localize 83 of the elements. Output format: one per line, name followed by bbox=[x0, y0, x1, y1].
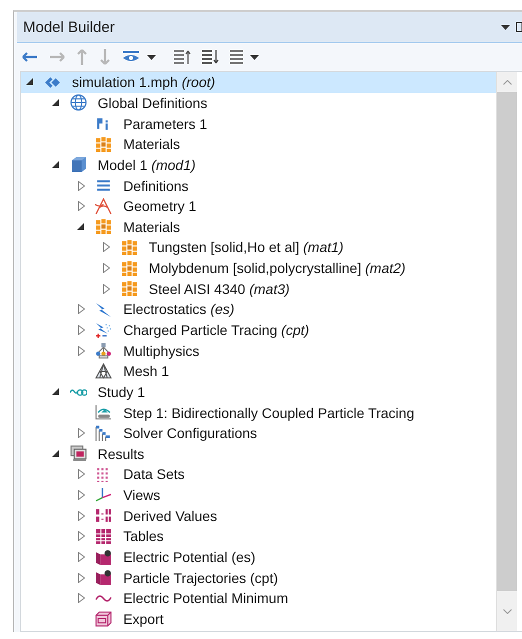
collapsed-arrow-icon[interactable] bbox=[103, 242, 110, 252]
tree-item[interactable]: Tables bbox=[21, 526, 496, 547]
collapsed-arrow-icon[interactable] bbox=[78, 201, 85, 212]
collapsed-arrow-icon[interactable] bbox=[78, 531, 85, 542]
collapsed-arrow-icon[interactable] bbox=[78, 593, 85, 604]
plot-icon bbox=[95, 569, 112, 586]
expand-all-icon[interactable] bbox=[202, 50, 219, 64]
materials-icon bbox=[120, 280, 138, 298]
tree-item[interactable]: Step 1: Bidirectionally Coupled Particle Tracing bbox=[21, 402, 496, 423]
tree-item[interactable]: Steel AISI 4340 (mat3) bbox=[21, 278, 496, 300]
tree-item[interactable]: Tungsten [solid,Ho et al] (mat1) bbox=[21, 237, 496, 258]
geometry-icon bbox=[95, 198, 112, 215]
tree-item[interactable]: Definitions bbox=[21, 175, 496, 196]
collapsed-arrow-icon[interactable] bbox=[78, 572, 85, 583]
scroll-up-icon[interactable] bbox=[502, 80, 512, 84]
tree-item[interactable]: Parameters 1 bbox=[21, 113, 496, 134]
mesh-icon bbox=[95, 362, 112, 380]
expanded-arrow-icon[interactable] bbox=[26, 78, 34, 86]
collapsed-arrow-icon[interactable] bbox=[78, 510, 85, 521]
number-grid-icon bbox=[95, 507, 112, 524]
collapsed-arrow-icon[interactable] bbox=[103, 263, 110, 274]
tree-item[interactable]: Geometry 1 bbox=[21, 196, 496, 216]
tree-item[interactable]: Study 1 bbox=[21, 382, 496, 402]
eye-icon[interactable] bbox=[122, 51, 140, 63]
plot-icon bbox=[95, 548, 112, 566]
tree-item[interactable]: Molybdenum [solid,polycrystalline] (mat2) bbox=[21, 258, 496, 278]
tree-item[interactable]: Multiphysics bbox=[21, 340, 496, 361]
tree-item[interactable]: Charged Particle Tracing (cpt) bbox=[21, 320, 496, 340]
multiphysics-icon bbox=[95, 342, 112, 360]
tree-item[interactable]: Electric Potential Minimum bbox=[21, 588, 496, 609]
scrollbar[interactable] bbox=[496, 72, 517, 631]
tree-item[interactable]: Electrostatics (es) bbox=[21, 299, 496, 320]
expanded-arrow-icon[interactable] bbox=[77, 222, 86, 231]
back-arrow-icon[interactable] bbox=[22, 51, 38, 63]
collapsed-arrow-icon[interactable] bbox=[78, 490, 85, 500]
expanded-arrow-icon[interactable] bbox=[52, 450, 60, 458]
tree-item[interactable]: Results bbox=[21, 444, 496, 464]
caret-icon[interactable] bbox=[250, 54, 259, 60]
scroll-down-icon[interactable] bbox=[502, 608, 512, 614]
collapsed-arrow-icon[interactable] bbox=[78, 552, 85, 562]
tree-item[interactable]: Materials bbox=[21, 216, 496, 238]
tree-item[interactable]: Solver Configurations bbox=[21, 422, 496, 444]
expanded-arrow-icon[interactable] bbox=[52, 388, 60, 396]
panel-title: Model Builder bbox=[23, 18, 116, 36]
lightning-icon bbox=[95, 300, 112, 318]
materials-icon bbox=[120, 260, 138, 277]
cube-icon bbox=[70, 156, 87, 174]
tree-item[interactable]: Electric Potential (es) bbox=[21, 546, 496, 568]
collapsed-arrow-icon[interactable] bbox=[78, 346, 85, 356]
tree-item[interactable]: Derived Values bbox=[21, 505, 496, 526]
materials-icon bbox=[95, 218, 112, 236]
collapsed-arrow-icon[interactable] bbox=[78, 469, 85, 480]
expanded-arrow-icon[interactable] bbox=[52, 98, 60, 107]
particles-icon bbox=[95, 322, 112, 338]
solver-icon bbox=[95, 424, 112, 442]
materials-icon bbox=[120, 238, 138, 256]
step-icon bbox=[95, 404, 112, 422]
collapsed-arrow-icon[interactable] bbox=[78, 180, 85, 191]
axes-icon bbox=[95, 486, 112, 504]
collapsed-arrow-icon[interactable] bbox=[78, 304, 85, 314]
tree-item[interactable]: Materials bbox=[21, 134, 496, 155]
collapse-all-icon[interactable] bbox=[174, 50, 191, 64]
caret-icon[interactable] bbox=[147, 54, 156, 60]
expanded-arrow-icon[interactable] bbox=[52, 160, 60, 169]
tree-item[interactable]: Particle Trajectories (cpt) bbox=[21, 567, 496, 588]
collapsed-arrow-icon[interactable] bbox=[103, 284, 110, 294]
tree-item[interactable]: Views bbox=[21, 484, 496, 506]
tree-item[interactable]: Model 1 (mod1) bbox=[21, 154, 496, 176]
maximize-icon[interactable] bbox=[516, 22, 522, 32]
table-icon bbox=[95, 528, 112, 545]
tree-item[interactable]: Mesh 1 bbox=[21, 360, 496, 382]
tree-item[interactable]: Global Definitions bbox=[21, 92, 496, 114]
export-icon bbox=[95, 610, 112, 628]
tree-item[interactable]: simulation 1.mph (root) bbox=[21, 72, 496, 93]
globe-icon bbox=[70, 94, 87, 112]
tree-item[interactable]: Export bbox=[21, 608, 496, 630]
collapsed-arrow-icon[interactable] bbox=[78, 428, 85, 438]
materials-icon bbox=[95, 136, 112, 153]
list-icon[interactable] bbox=[230, 50, 243, 64]
dropdown-icon[interactable] bbox=[501, 24, 510, 30]
collapsed-arrow-icon[interactable] bbox=[78, 325, 85, 335]
tree-item[interactable]: Data Sets bbox=[21, 464, 496, 485]
monitor-icon bbox=[70, 445, 87, 462]
